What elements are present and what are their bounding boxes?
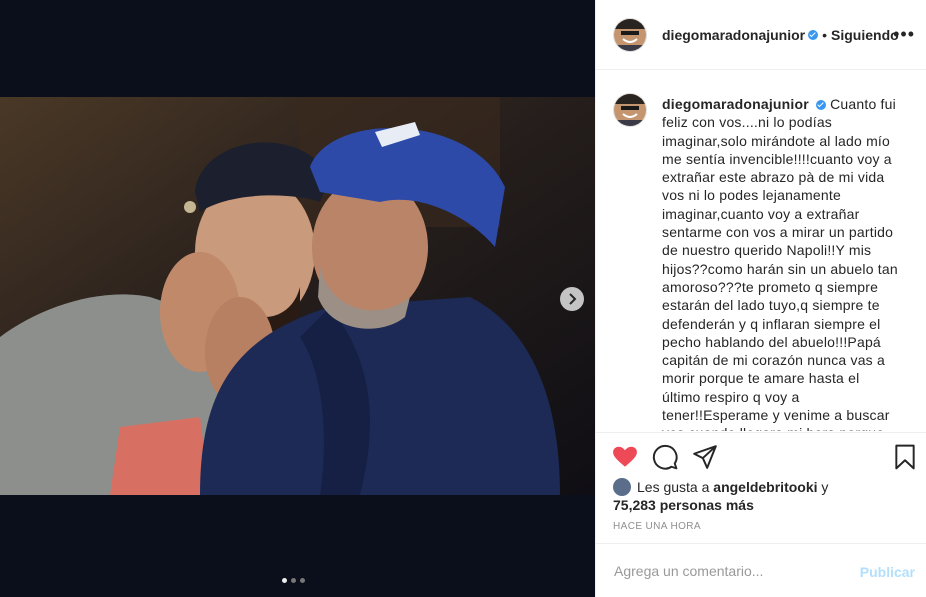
chevron-right-icon (569, 293, 577, 305)
verified-icon (816, 100, 827, 111)
verified-icon (808, 29, 819, 40)
following-button[interactable]: Siguiendo (831, 27, 899, 43)
carousel-dot[interactable] (282, 578, 287, 583)
avatar-image (614, 18, 646, 51)
comment-bar: Publicar (596, 543, 926, 597)
post-header: diegomaradonajunior • Siguiendo ••• (596, 0, 926, 70)
caption-text: diegomaradonajunior Cuanto fui feliz con… (662, 95, 902, 431)
avatar[interactable] (613, 17, 647, 52)
more-options-button[interactable]: ••• (893, 24, 915, 45)
liker-avatar[interactable] (613, 478, 631, 496)
media-pane (0, 0, 595, 597)
likes-connector: y (817, 479, 829, 495)
carousel-indicator (282, 578, 305, 583)
caption-body: Cuanto fui feliz con vos....ni lo podías… (662, 96, 898, 431)
heart-icon[interactable] (612, 444, 638, 470)
carousel-next-button[interactable] (560, 287, 584, 311)
comment-input[interactable] (612, 562, 836, 580)
bookmark-icon[interactable] (892, 444, 918, 470)
carousel-dot[interactable] (300, 578, 305, 583)
post-sidebar: diegomaradonajunior • Siguiendo ••• dieg… (595, 0, 926, 597)
photo-illustration (0, 97, 595, 495)
post-timestamp[interactable]: HACE UNA HORA (613, 521, 701, 532)
avatar[interactable] (613, 93, 647, 127)
share-icon[interactable] (692, 444, 718, 470)
instagram-post-view: diegomaradonajunior • Siguiendo ••• dieg… (0, 0, 926, 597)
avatar-image (614, 94, 646, 126)
follow-separator: • (822, 26, 828, 43)
header-username[interactable]: diegomaradonajunior (662, 27, 805, 43)
comment-icon[interactable] (652, 444, 678, 470)
caption-username[interactable]: diegomaradonajunior (662, 96, 809, 112)
publish-button[interactable]: Publicar (860, 564, 915, 580)
likes-count[interactable]: 75,283 personas más (613, 497, 754, 513)
likes-prefix: Les gusta a (637, 479, 714, 495)
post-photo[interactable] (0, 97, 595, 495)
caption-area: diegomaradonajunior Cuanto fui feliz con… (596, 71, 926, 431)
likes-summary: Les gusta a angeldebritooki y 75,283 per… (613, 478, 913, 514)
liker-username[interactable]: angeldebritooki (713, 479, 817, 495)
action-bar (596, 432, 926, 481)
carousel-dot[interactable] (291, 578, 296, 583)
